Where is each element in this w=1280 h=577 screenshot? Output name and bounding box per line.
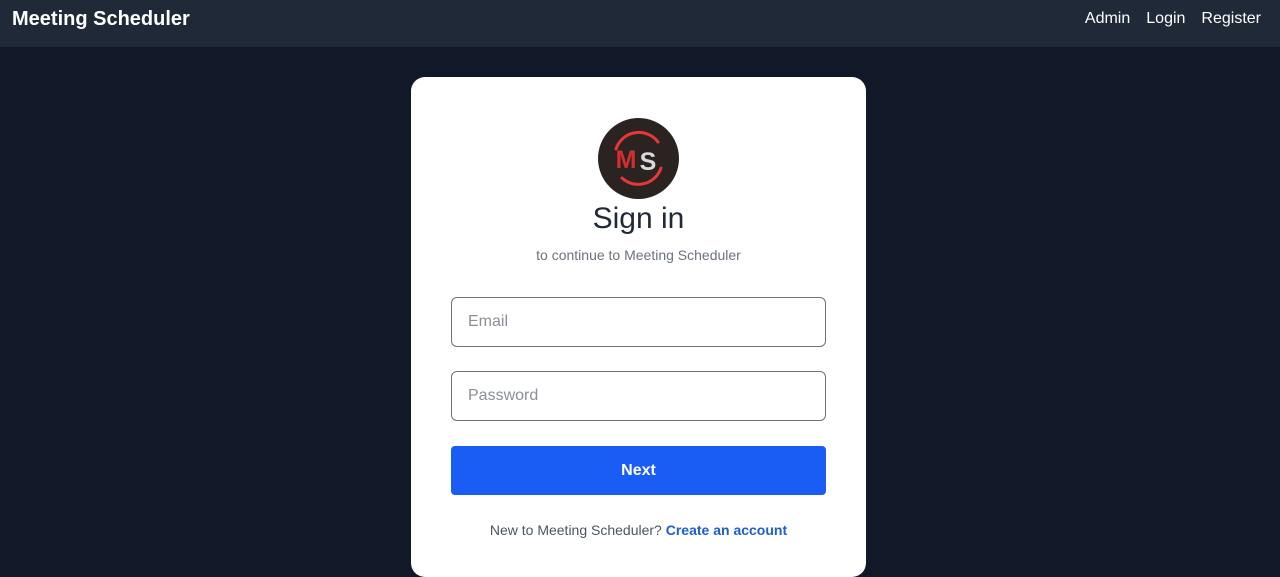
top-navbar: Meeting Scheduler Admin Login Register xyxy=(0,0,1280,47)
logo-background xyxy=(598,118,679,199)
brand-title[interactable]: Meeting Scheduler xyxy=(12,8,190,30)
signup-prompt: New to Meeting Scheduler? xyxy=(489,522,662,538)
email-field[interactable] xyxy=(451,297,826,347)
page-subtitle: to continue to Meeting Scheduler xyxy=(536,247,741,263)
page-title: Sign in xyxy=(592,202,685,235)
password-field[interactable] xyxy=(451,371,826,421)
sign-in-card: M S Sign in to continue to Meeting Sched… xyxy=(411,77,866,577)
logo-letter-s: S xyxy=(640,148,657,176)
nav-link-register[interactable]: Register xyxy=(1201,10,1261,28)
nav-links: Admin Login Register xyxy=(1085,10,1261,28)
logo-letter-m: M xyxy=(616,146,637,174)
nav-link-admin[interactable]: Admin xyxy=(1085,10,1130,28)
nav-link-login[interactable]: Login xyxy=(1146,10,1185,28)
ms-logo: M S xyxy=(598,118,679,199)
signup-row: New to Meeting Scheduler? Create an acco… xyxy=(411,522,866,538)
create-account-link[interactable]: Create an account xyxy=(666,522,787,538)
next-button[interactable]: Next xyxy=(451,446,826,495)
